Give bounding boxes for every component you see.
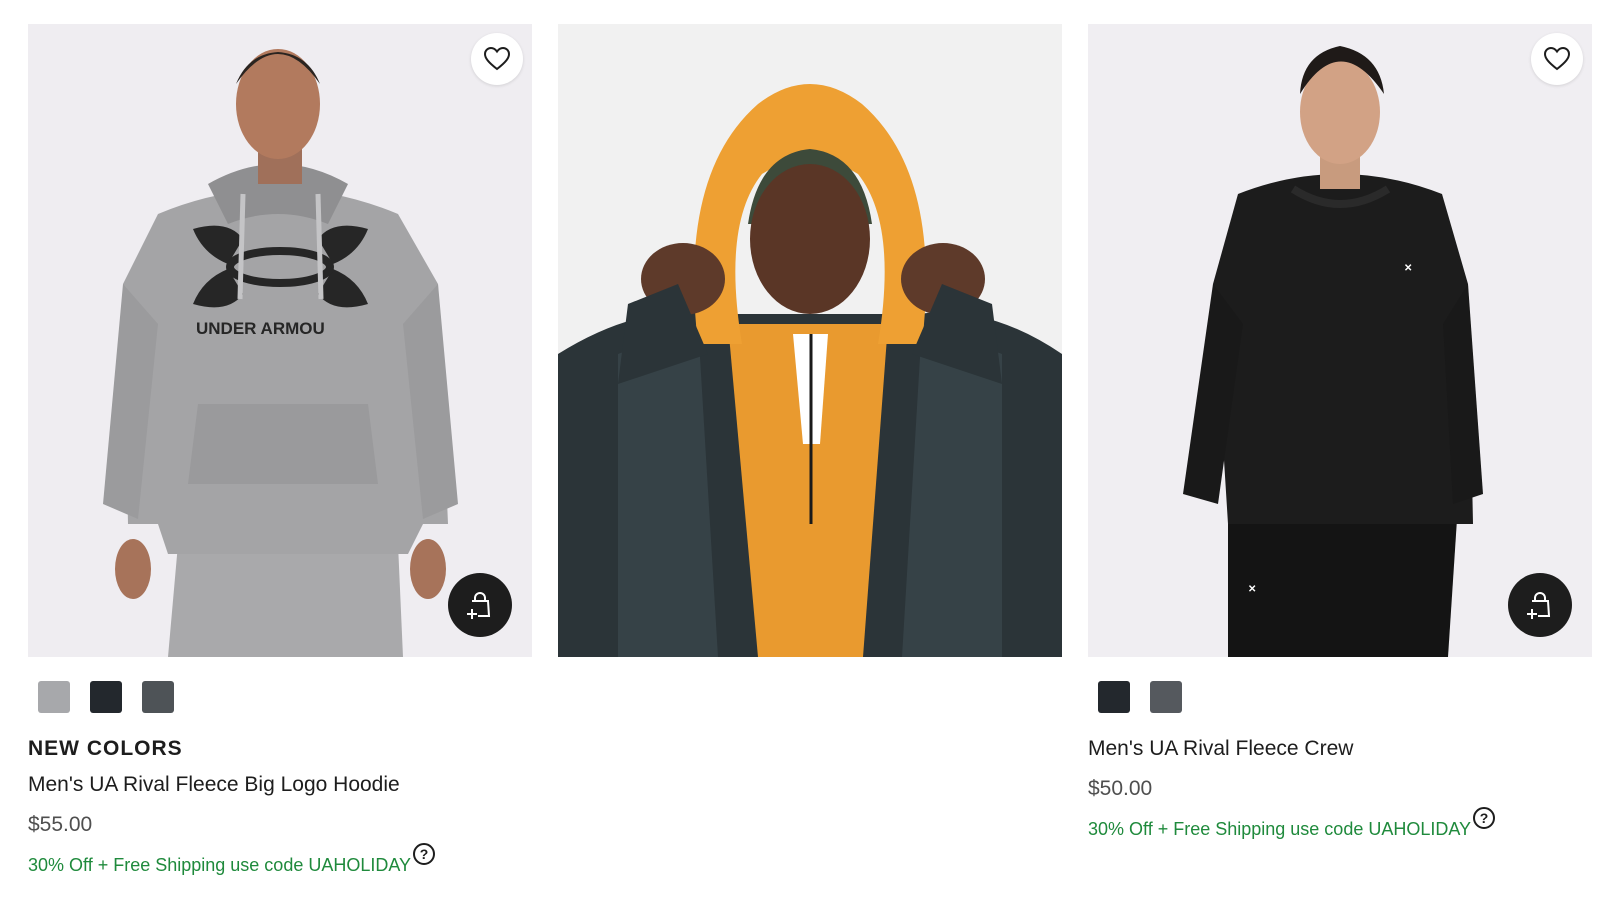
- promo-message: 30% Off + Free Shipping use code UAHOLID…: [1088, 807, 1592, 849]
- promo-card[interactable]: [558, 24, 1062, 657]
- promo-text: 30% Off + Free Shipping use code UAHOLID…: [28, 855, 412, 875]
- product-image-hoodie[interactable]: UNDER ARMOU: [28, 24, 532, 657]
- wishlist-button[interactable]: [1531, 33, 1583, 85]
- product-price: $55.00: [28, 813, 93, 836]
- wishlist-button[interactable]: [471, 33, 523, 85]
- product-price: $50.00: [1088, 777, 1153, 800]
- svg-text:✕: ✕: [1248, 584, 1256, 595]
- help-icon[interactable]: ?: [413, 843, 436, 865]
- hoodie-model-photo: UNDER ARMOU: [28, 24, 532, 657]
- product-badge: NEW COLORS: [28, 737, 183, 760]
- help-icon[interactable]: ?: [1473, 807, 1496, 829]
- color-swatches: [38, 681, 532, 713]
- product-card-hoodie[interactable]: UNDER ARMOU NEW COLORS Men's UA Rival Fl…: [28, 24, 532, 885]
- swatch-1[interactable]: [1098, 681, 1130, 713]
- quick-add-button[interactable]: [448, 573, 512, 637]
- heart-icon: [1544, 47, 1570, 71]
- product-image-crew[interactable]: ✕ ✕: [1088, 24, 1592, 657]
- jacket-model-photo: [558, 24, 1062, 657]
- bag-plus-icon: [467, 592, 491, 619]
- swatch-2[interactable]: [90, 681, 122, 713]
- hoodie-logo-text: UNDER ARMOU: [196, 319, 325, 338]
- product-title[interactable]: Men's UA Rival Fleece Big Logo Hoodie: [28, 773, 532, 801]
- promo-text: 30% Off + Free Shipping use code UAHOLID…: [1088, 819, 1472, 839]
- crew-model-photo: ✕ ✕: [1088, 24, 1592, 657]
- svg-text:✕: ✕: [1404, 263, 1412, 274]
- swatch-3[interactable]: [142, 681, 174, 713]
- heart-icon: [484, 47, 510, 71]
- product-card-crew[interactable]: ✕ ✕ Men's UA Rival Fleece Crew $50.00 30…: [1088, 24, 1592, 849]
- product-title[interactable]: Men's UA Rival Fleece Crew: [1088, 737, 1592, 765]
- swatch-1[interactable]: [38, 681, 70, 713]
- promo-image[interactable]: [558, 24, 1062, 657]
- color-swatches: [1098, 681, 1592, 713]
- product-grid: UNDER ARMOU NEW COLORS Men's UA Rival Fl…: [28, 24, 1593, 894]
- swatch-2[interactable]: [1150, 681, 1182, 713]
- bag-plus-icon: [1527, 592, 1551, 619]
- promo-message: 30% Off + Free Shipping use code UAHOLID…: [28, 843, 532, 885]
- quick-add-button[interactable]: [1508, 573, 1572, 637]
